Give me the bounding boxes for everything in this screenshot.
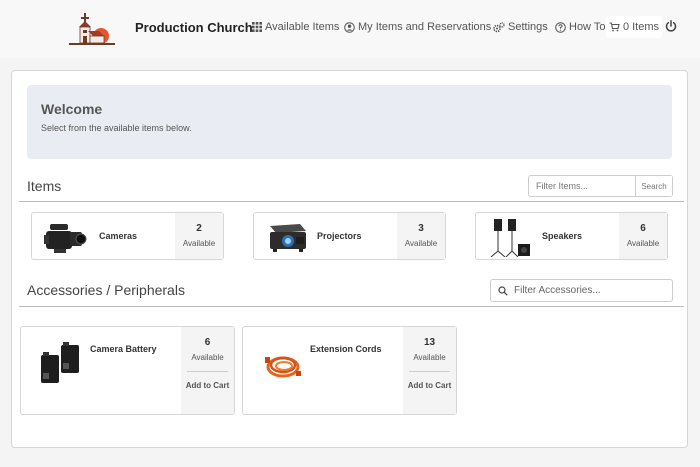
accessory-name: Camera Battery xyxy=(90,344,157,354)
available-label: Available xyxy=(404,239,438,248)
item-card-cameras[interactable]: Cameras 2 Available xyxy=(31,212,224,260)
available-count: 3 xyxy=(418,223,424,234)
nav-available-items[interactable]: Available Items xyxy=(252,21,339,33)
user-circle-icon xyxy=(344,21,355,33)
filter-items-input[interactable] xyxy=(529,176,635,196)
video-camera-icon xyxy=(44,224,87,253)
brand-name[interactable]: Production Church xyxy=(135,20,253,35)
availability-box: 3 Available xyxy=(397,213,445,259)
availability-box: 6 Available xyxy=(619,213,667,259)
items-filter: Search xyxy=(528,175,673,197)
gears-icon xyxy=(493,21,505,32)
projector-icon xyxy=(270,224,306,252)
item-card-speakers[interactable]: Speakers 6 Available xyxy=(475,212,668,260)
available-count: 6 xyxy=(640,223,646,234)
cart-button[interactable]: 0 Items xyxy=(606,16,662,38)
nav-my-items-label: My Items and Reservations xyxy=(358,21,492,33)
speaker-icon xyxy=(490,219,530,257)
accessories-divider xyxy=(19,306,684,307)
battery-icon xyxy=(41,342,79,383)
question-icon xyxy=(555,21,566,33)
navbar: Production Church Available Items My Ite… xyxy=(0,0,700,58)
accessories-section-title: Accessories / Peripherals xyxy=(27,282,185,298)
item-card-projectors[interactable]: Projectors 3 Available xyxy=(253,212,446,260)
power-icon[interactable] xyxy=(664,19,678,33)
available-label: Available xyxy=(413,353,446,362)
accessory-card-camera-battery[interactable]: Camera Battery 6 Available Add to Cart xyxy=(20,326,235,415)
side-divider xyxy=(409,371,450,372)
available-label: Available xyxy=(191,353,224,362)
cart-count: 0 Items xyxy=(622,21,660,33)
cart-icon xyxy=(609,22,620,32)
accessories-filter xyxy=(490,279,673,302)
add-to-cart-button[interactable]: Add to Cart xyxy=(403,379,456,392)
nav-my-items[interactable]: My Items and Reservations xyxy=(344,21,491,33)
filter-accessories-input[interactable] xyxy=(514,285,664,296)
item-name: Speakers xyxy=(542,231,583,241)
nav-settings[interactable]: Settings xyxy=(493,21,548,33)
available-count: 2 xyxy=(196,223,202,234)
add-to-cart-button[interactable]: Add to Cart xyxy=(181,379,234,392)
available-label: Available xyxy=(182,239,216,248)
cord-icon xyxy=(265,356,301,378)
items-section-title: Items xyxy=(27,178,62,194)
accessory-side: 6 Available Add to Cart xyxy=(181,327,234,414)
welcome-title: Welcome xyxy=(41,101,103,117)
nav-settings-label: Settings xyxy=(508,21,548,33)
accessory-name: Extension Cords xyxy=(310,344,382,354)
available-count: 13 xyxy=(423,337,436,348)
side-divider xyxy=(187,371,228,372)
search-icon xyxy=(498,285,508,296)
nav-available-items-label: Available Items xyxy=(265,21,340,33)
items-divider xyxy=(19,201,684,202)
availability-box: 2 Available xyxy=(175,213,223,259)
available-label: Available xyxy=(626,239,660,248)
nav-how-to-label: How To xyxy=(569,21,606,33)
nav-how-to[interactable]: How To xyxy=(555,21,605,33)
available-count: 6 xyxy=(204,337,211,348)
accessory-card-extension-cords[interactable]: Extension Cords 13 Available Add to Cart xyxy=(242,326,457,415)
item-name: Projectors xyxy=(317,231,362,241)
accessory-side: 13 Available Add to Cart xyxy=(403,327,456,414)
welcome-message: Select from the available items below. xyxy=(41,123,192,133)
church-icon[interactable] xyxy=(66,9,118,51)
search-button[interactable]: Search xyxy=(635,176,672,196)
welcome-banner: Welcome Select from the available items … xyxy=(27,85,672,159)
grid-icon xyxy=(252,22,262,32)
item-name: Cameras xyxy=(99,231,138,241)
